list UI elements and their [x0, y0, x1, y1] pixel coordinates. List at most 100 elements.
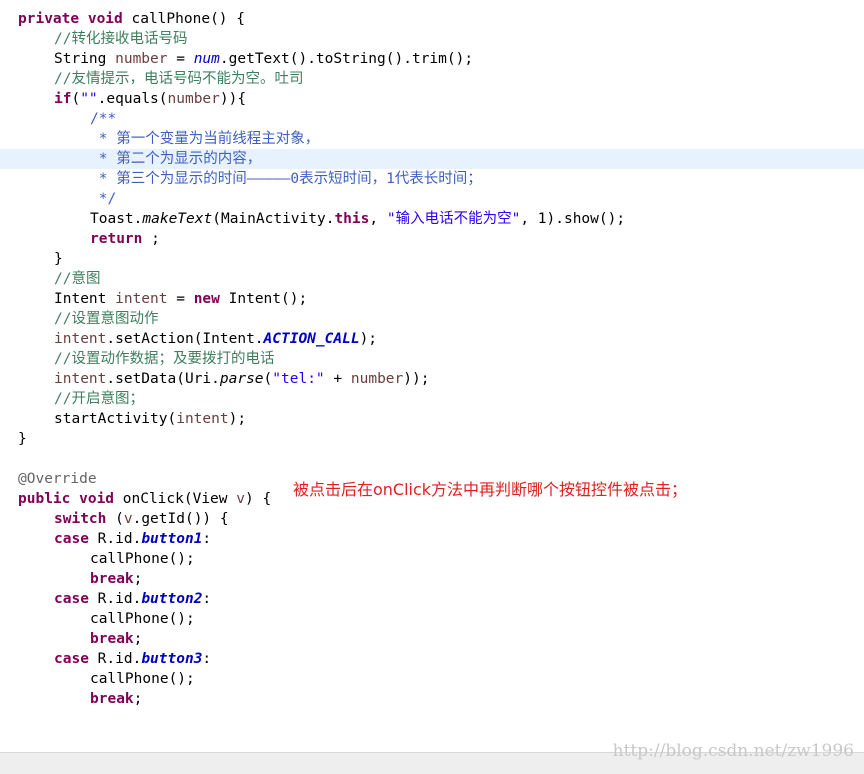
code-token: if — [54, 91, 72, 107]
code-token: ; — [133, 691, 143, 707]
code-token: ( — [106, 511, 124, 527]
code-token: /** — [90, 111, 117, 127]
code-token: v — [123, 511, 133, 527]
code-line[interactable]: break; — [0, 689, 864, 709]
code-token: "tel:" — [272, 371, 325, 387]
code-line[interactable]: } — [0, 429, 864, 449]
code-line-content: if("".equals(number)){ — [54, 89, 246, 109]
code-line-current[interactable]: * 第二个为显示的内容， — [0, 149, 864, 169]
code-line-content: public void onClick(View v) { — [18, 489, 271, 509]
code-line[interactable]: return ; — [0, 229, 864, 249]
code-line-content: switch (v.getId()) { — [54, 509, 229, 529]
code-line[interactable]: String number = num.getText().toString()… — [0, 49, 864, 69]
code-token: R.id. — [88, 591, 142, 607]
code-line-content: intent.setAction(Intent.ACTION_CALL); — [54, 329, 377, 349]
code-token: = — [167, 291, 194, 307]
code-line[interactable]: intent.setData(Uri.parse("tel:" + number… — [0, 369, 864, 389]
code-line[interactable]: //意图 — [0, 269, 864, 289]
code-line[interactable]: } — [0, 249, 864, 269]
code-line[interactable]: Intent intent = new Intent(); — [0, 289, 864, 309]
code-token: return — [90, 231, 143, 247]
code-token: callPhone(); — [90, 551, 195, 567]
code-token: button2 — [141, 591, 203, 607]
code-token: ; — [142, 231, 160, 247]
code-line[interactable]: callPhone(); — [0, 669, 864, 689]
code-line[interactable]: private void callPhone() { — [0, 9, 864, 29]
code-line[interactable]: //友情提示，电话号码不能为空。吐司 — [0, 69, 864, 89]
code-line-content: callPhone(); — [90, 669, 195, 689]
code-line-content: private void callPhone() { — [18, 9, 245, 29]
code-token: ); — [359, 331, 378, 347]
code-token: ( — [71, 91, 81, 107]
code-token: ); — [228, 411, 247, 427]
code-token: callPhone(); — [90, 671, 195, 687]
code-token: switch — [54, 511, 107, 527]
code-line[interactable]: case R.id.button3: — [0, 649, 864, 669]
code-token: Toast. — [90, 211, 143, 227]
code-token: ( — [263, 371, 273, 387]
code-token: case — [54, 531, 89, 547]
code-line[interactable]: Toast.makeText(MainActivity.this, "输入电话不… — [0, 209, 864, 229]
code-token: number — [167, 91, 220, 107]
code-token: startActivity( — [54, 411, 177, 427]
code-line-content: //设置意图动作 — [54, 309, 158, 329]
code-line-content: callPhone(); — [90, 609, 195, 629]
code-line[interactable]: */ — [0, 189, 864, 209]
code-line[interactable]: case R.id.button2: — [0, 589, 864, 609]
code-line-content: } — [54, 249, 63, 269]
code-token: , — [369, 211, 387, 227]
code-token: ACTION_CALL — [263, 331, 360, 347]
code-line[interactable]: //开启意图； — [0, 389, 864, 409]
code-token: //转化接收电话号码 — [54, 31, 188, 47]
code-line[interactable]: case R.id.button1: — [0, 529, 864, 549]
code-token: makeText — [142, 211, 213, 227]
code-token: + — [324, 371, 351, 387]
code-token: case — [54, 591, 89, 607]
code-line-content: * 第一个变量为当前线程主对象， — [90, 129, 319, 149]
code-line-content: //开启意图； — [54, 389, 144, 409]
blog-watermark: http://blog.csdn.net/zw1996 — [612, 741, 854, 761]
code-token: callPhone(); — [90, 611, 195, 627]
code-line[interactable]: * 第一个变量为当前线程主对象， — [0, 129, 864, 149]
code-line[interactable]: /** — [0, 109, 864, 129]
code-token: (MainActivity. — [212, 211, 335, 227]
code-token: callPhone() { — [122, 11, 245, 27]
code-token: public void — [18, 491, 115, 507]
code-line[interactable] — [0, 449, 864, 469]
code-token: String — [54, 51, 116, 67]
code-token: case — [54, 651, 89, 667]
code-line[interactable]: * 第三个为显示的时间—————0表示短时间，1代表长时间； — [0, 169, 864, 189]
code-token: @Override — [18, 471, 97, 487]
code-line[interactable]: break; — [0, 629, 864, 649]
code-token: //友情提示，电话号码不能为空。吐司 — [54, 71, 304, 87]
code-line-content: case R.id.button2: — [54, 589, 211, 609]
code-line[interactable]: //设置意图动作 — [0, 309, 864, 329]
code-token: num — [193, 51, 220, 67]
code-line[interactable]: //设置动作数据；及要拨打的电话 — [0, 349, 864, 369]
code-editor[interactable]: private void callPhone() { //转化接收电话号码 Stri… — [0, 0, 864, 752]
code-line[interactable]: startActivity(intent); — [0, 409, 864, 429]
code-line-content: callPhone(); — [90, 549, 195, 569]
code-token: ) { — [244, 491, 272, 507]
code-token: "" — [80, 91, 98, 107]
code-token: .getId()) { — [132, 511, 229, 527]
code-line[interactable]: break; — [0, 569, 864, 589]
code-token: "输入电话不能为空" — [386, 211, 521, 227]
code-line[interactable]: //转化接收电话号码 — [0, 29, 864, 49]
code-token: */ — [90, 191, 117, 207]
code-token: ; — [133, 631, 143, 647]
code-token: .setData(Uri. — [106, 371, 220, 387]
code-token: button3 — [141, 651, 203, 667]
code-line[interactable]: if("".equals(number)){ — [0, 89, 864, 109]
code-line[interactable]: callPhone(); — [0, 609, 864, 629]
code-token: //意图 — [54, 271, 101, 287]
code-token: //设置意图动作 — [54, 311, 159, 327]
code-line[interactable]: switch (v.getId()) { — [0, 509, 864, 529]
code-line[interactable]: callPhone(); — [0, 549, 864, 569]
code-line[interactable]: intent.setAction(Intent.ACTION_CALL); — [0, 329, 864, 349]
code-line-content: Toast.makeText(MainActivity.this, "输入电话不… — [90, 209, 625, 229]
code-token: parse — [219, 371, 264, 387]
code-token: } — [18, 431, 27, 447]
code-token: intent — [54, 331, 107, 347]
code-token: //开启意图； — [54, 391, 144, 407]
